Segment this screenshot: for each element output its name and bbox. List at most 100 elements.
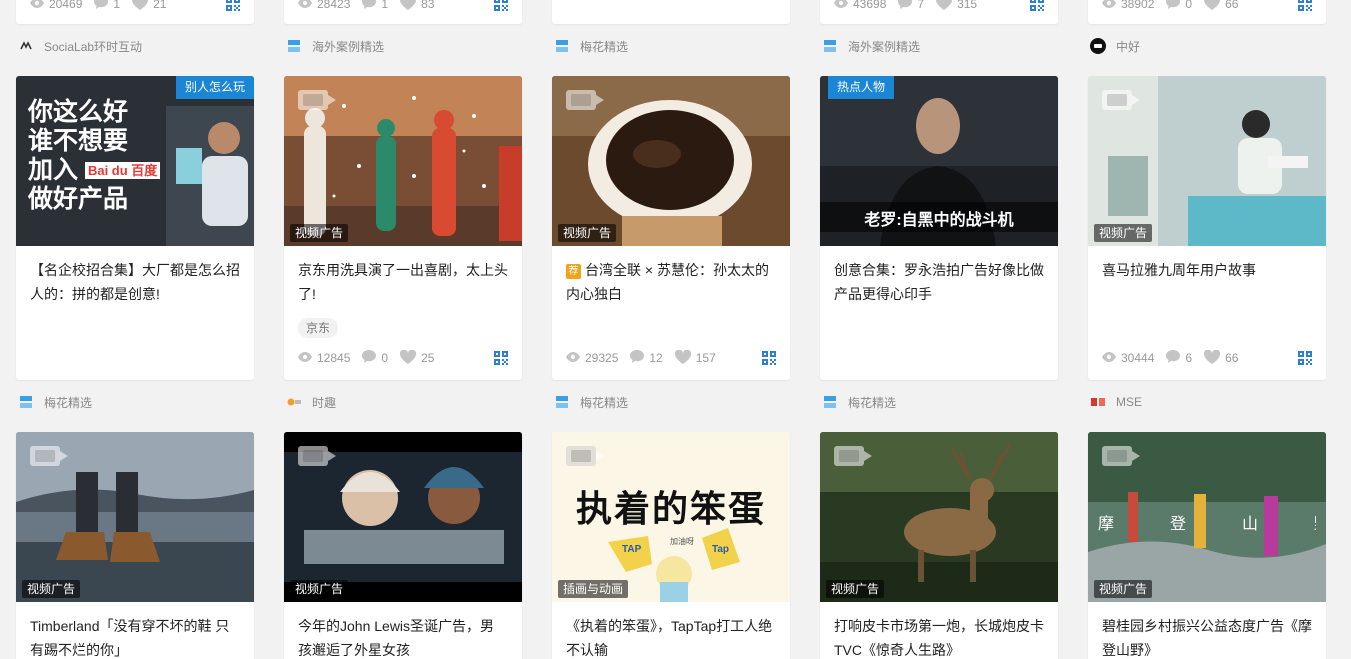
likes-stat[interactable]: 157 [674,348,716,367]
corner-badge: 别人怎么玩 [175,76,254,99]
source-label[interactable]: 海外案例精选 [822,36,920,56]
card-title[interactable]: 喜马拉雅九周年用户故事 [1088,246,1326,318]
eye-icon [298,351,312,365]
mse-logo-icon [1090,394,1106,410]
card-thumbnail[interactable]: 视频广告 [16,432,254,602]
comments-stat: 7 [898,0,924,12]
card[interactable]: 视频广告 喜马拉雅九周年用户故事 30444 6 66 [1088,76,1326,380]
card-thumbnail[interactable]: 视频广告 [552,76,790,246]
card-thumbnail[interactable]: 视频广告 [820,432,1058,602]
likes-stat[interactable]: 25 [400,348,434,367]
card-thumbnail[interactable]: 老罗:自黑中的战斗机 热点人物 [820,76,1058,246]
meihua-logo-icon [822,394,838,410]
meihua-logo-icon [554,394,570,410]
category-tag[interactable]: 视频广告 [290,224,349,242]
shiqu-logo-icon [286,394,302,410]
eye-icon [30,0,44,11]
likes-stat[interactable]: 66 [1204,0,1238,13]
comments-stat: 12 [630,350,663,366]
source-label[interactable]: 梅花精选 [554,392,628,412]
comment-icon [362,350,377,366]
qr-code-icon[interactable] [226,0,240,11]
card-title[interactable]: 京东用洗具演了一出喜剧，太上头了! [284,246,522,318]
card[interactable]: 老罗:自黑中的战斗机 热点人物 创意合集：罗永浩拍广告好像比做产品更得心印手 [820,76,1058,380]
likes-stat[interactable]: 66 [1204,348,1238,367]
source-label[interactable]: 中好 [1090,36,1140,56]
video-camera-icon [298,446,328,466]
category-tag[interactable]: 视频广告 [290,580,349,598]
brand-tag[interactable]: 京东 [298,318,339,338]
card-thumbnail[interactable]: 视频广告 [284,432,522,602]
views-stat: 43698 [834,0,886,11]
views-stat: 29325 [566,351,618,365]
views-stat: 30444 [1102,351,1154,365]
video-camera-icon [1102,90,1132,110]
category-tag[interactable]: 视频广告 [558,224,617,242]
card-thumbnail[interactable]: 视频广告 [284,76,522,246]
category-tag[interactable]: 视频广告 [1094,580,1153,598]
eye-icon [834,0,848,11]
views-stat: 38902 [1102,0,1154,11]
card-top-5[interactable]: 38902 0 66 [1088,0,1326,24]
card-top-1[interactable]: 20469 1 21 [16,0,254,24]
card[interactable]: 摩登山野 视频广告 碧桂园乡村振兴公益态度广告《摩登山野》 [1088,432,1326,659]
card[interactable]: 视频广告 打响皮卡市场第一炮，长城炮皮卡TVC《惊奇人生路》 [820,432,1058,659]
card-title[interactable]: 【名企校招合集】大厂都是怎么招人的：拼的都是创意! [16,246,254,318]
card-title[interactable]: Timberland「没有穿不坏的鞋 只有踢不烂的你」 [16,602,254,659]
likes-stat[interactable]: 21 [132,0,166,13]
meihua-logo-icon [286,38,302,54]
card[interactable]: 你这么好 谁不想要 加入 Bai du 百度 做好产品 别人怎么玩 【名企校招合… [16,76,254,380]
likes-stat[interactable]: 315 [936,0,977,13]
qr-code-icon[interactable] [1030,0,1044,11]
eye-icon [1102,0,1116,11]
card-title[interactable]: 创意合集：罗永浩拍广告好像比做产品更得心印手 [820,246,1058,318]
category-tag[interactable]: 视频广告 [1094,224,1153,242]
qr-code-icon[interactable] [762,351,776,365]
card-title[interactable]: 碧桂园乡村振兴公益态度广告《摩登山野》 [1088,602,1326,659]
video-camera-icon [298,90,328,110]
source-label[interactable]: 梅花精选 [822,392,896,412]
card-thumbnail[interactable]: 视频广告 [1088,76,1326,246]
meihua-logo-icon [822,38,838,54]
qr-code-icon[interactable] [1298,351,1312,365]
card-title[interactable]: 打响皮卡市场第一炮，长城炮皮卡TVC《惊奇人生路》 [820,602,1058,659]
source-label[interactable]: 时趣 [286,392,336,412]
card-thumbnail[interactable]: 摩登山野 视频广告 [1088,432,1326,602]
source-label[interactable]: SociaLab环时互动 [18,36,142,56]
qr-code-icon[interactable] [494,351,508,365]
views-stat: 12845 [298,351,350,365]
card-thumbnail[interactable]: 执着的笨蛋 TAP Tap 加油呀 插画与动画 [552,432,790,602]
card-title[interactable]: 《执着的笨蛋》，TapTap打工人绝不认输 [552,602,790,659]
card[interactable]: 视频广告 荐台湾全联 × 苏慧伦：孙太太的内心独白 29325 12 157 [552,76,790,380]
card[interactable]: 视频广告 Timberland「没有穿不坏的鞋 只有踢不烂的你」 [16,432,254,659]
source-label[interactable]: 梅花精选 [554,36,628,56]
card-title[interactable]: 今年的John Lewis圣诞广告，男孩邂逅了外星女孩 [284,602,522,659]
card-top-4[interactable]: 43698 7 315 [820,0,1058,24]
qr-code-icon[interactable] [1298,0,1312,11]
card-thumbnail[interactable]: 你这么好 谁不想要 加入 Bai du 百度 做好产品 别人怎么玩 [16,76,254,246]
thumb-subtitle: 老罗:自黑中的战斗机 [864,212,1014,229]
source-label[interactable]: MSE [1090,392,1142,412]
card[interactable]: 视频广告 京东用洗具演了一出喜剧，太上头了! 京东 12845 0 25 [284,76,522,380]
comment-icon [630,350,645,366]
baidu-logo-icon: Bai du 百度 [84,162,161,179]
card-top-3[interactable] [552,0,790,24]
comment-icon [1166,350,1181,366]
meihua-logo-icon [554,38,570,54]
qr-code-icon[interactable] [494,0,508,11]
heart-icon [400,348,417,367]
source-label[interactable]: 海外案例精选 [286,36,384,56]
category-tag[interactable]: 视频广告 [826,580,885,598]
card[interactable]: 视频广告 今年的John Lewis圣诞广告，男孩邂逅了外星女孩 [284,432,522,659]
card-title[interactable]: 荐台湾全联 × 苏慧伦：孙太太的内心独白 [552,246,790,318]
eye-icon [298,0,312,11]
scrollbar[interactable] [1343,0,1351,659]
card-top-2[interactable]: 28423 1 83 [284,0,522,24]
likes-stat[interactable]: 83 [400,0,434,13]
video-camera-icon [1102,446,1132,466]
source-label[interactable]: 梅花精选 [18,392,92,412]
card[interactable]: 执着的笨蛋 TAP Tap 加油呀 插画与动画 《执着的笨蛋》，TapTap打工… [552,432,790,659]
category-tag[interactable]: 视频广告 [22,580,81,598]
zhonghao-logo-icon [1090,38,1106,54]
category-tag[interactable]: 插画与动画 [558,580,629,598]
